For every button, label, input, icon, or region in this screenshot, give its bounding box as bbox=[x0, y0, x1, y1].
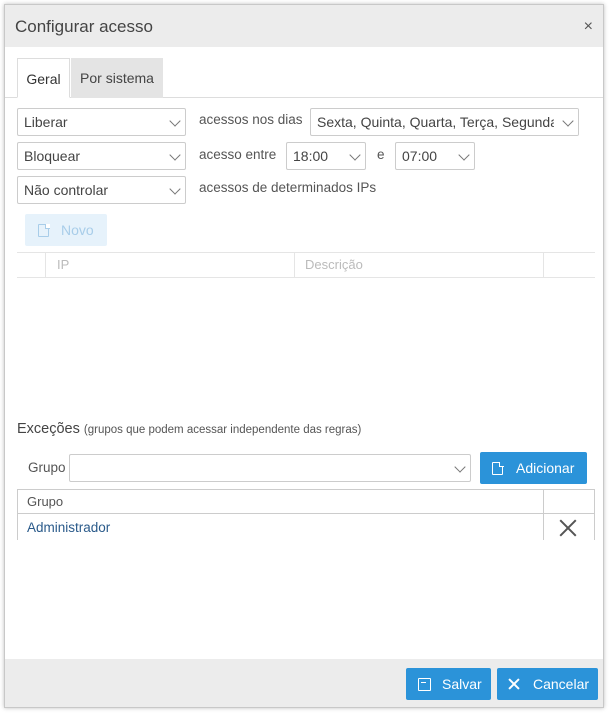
access-days-label: acessos nos dias bbox=[199, 112, 303, 127]
cancel-button-label: Cancelar bbox=[533, 676, 590, 692]
save-button-label: Salvar bbox=[442, 676, 482, 692]
days-select[interactable]: Sexta, Quinta, Quarta, Terça, Segunda bbox=[310, 108, 579, 136]
access-action-value-1: Liberar bbox=[24, 114, 68, 130]
access-ips-label: acessos de determinados IPs bbox=[199, 180, 377, 195]
access-action-value-3: Não controlar bbox=[24, 182, 109, 198]
group-column-header: Grupo bbox=[27, 494, 64, 509]
ip-column-header: IP bbox=[57, 257, 70, 272]
exceptions-subtitle: (grupos que podem acessar independente d… bbox=[83, 424, 362, 436]
chevron-down-icon bbox=[458, 149, 470, 161]
add-group-button-label: Adicionar bbox=[516, 460, 575, 476]
tab-por-sistema[interactable]: Por sistema bbox=[71, 58, 163, 98]
access-action-select-3[interactable]: Não controlar bbox=[17, 176, 186, 204]
remove-exception-icon[interactable] bbox=[559, 519, 577, 537]
exception-row-name[interactable]: Administrador bbox=[27, 520, 110, 535]
cancel-button[interactable]: Cancelar bbox=[497, 668, 598, 700]
exceptions-table: Grupo Administrador bbox=[17, 489, 595, 540]
chevron-down-icon bbox=[349, 149, 361, 161]
save-button[interactable]: Salvar bbox=[406, 668, 491, 700]
dialog-titlebar: Configurar acesso × bbox=[5, 5, 603, 47]
and-label: e bbox=[377, 147, 385, 162]
access-action-value-2: Bloquear bbox=[24, 148, 81, 164]
time-from-select[interactable]: 18:00 bbox=[286, 142, 366, 170]
exceptions-title: Exceções bbox=[17, 421, 80, 437]
tab-geral[interactable]: Geral bbox=[17, 58, 70, 98]
chevron-down-icon bbox=[169, 115, 181, 127]
save-icon bbox=[418, 678, 431, 691]
new-ip-button[interactable]: Novo bbox=[25, 214, 107, 246]
new-ip-button-label: Novo bbox=[61, 222, 94, 238]
access-between-label: acesso entre bbox=[199, 147, 277, 162]
ip-grid-header: IP Descrição bbox=[17, 252, 595, 278]
dialog-footer: Salvar Cancelar bbox=[5, 659, 603, 707]
dialog-title: Configurar acesso bbox=[15, 17, 153, 36]
exceptions-heading: Exceções (grupos que podem acessar indep… bbox=[17, 421, 361, 437]
close-icon[interactable]: × bbox=[584, 18, 593, 36]
access-action-select-2[interactable]: Bloquear bbox=[17, 142, 186, 170]
days-value: Sexta, Quinta, Quarta, Terça, Segunda bbox=[317, 114, 559, 130]
new-document-icon bbox=[38, 223, 50, 237]
group-label: Grupo bbox=[28, 460, 66, 475]
chevron-down-icon bbox=[169, 149, 181, 161]
description-column-header: Descrição bbox=[294, 253, 363, 277]
group-select[interactable] bbox=[69, 454, 471, 482]
time-to-value: 07:00 bbox=[402, 148, 438, 164]
time-from-value: 18:00 bbox=[293, 148, 329, 164]
add-group-button[interactable]: Adicionar bbox=[480, 452, 587, 484]
new-document-icon bbox=[492, 461, 504, 475]
configure-access-dialog: Configurar acesso × Geral Por sistema Li… bbox=[4, 4, 604, 708]
chevron-down-icon bbox=[169, 183, 181, 195]
access-action-select-1[interactable]: Liberar bbox=[17, 108, 186, 136]
close-icon bbox=[508, 678, 520, 690]
time-to-select[interactable]: 07:00 bbox=[395, 142, 475, 170]
exceptions-table-header: Grupo bbox=[17, 490, 595, 514]
chevron-down-icon bbox=[454, 461, 466, 473]
